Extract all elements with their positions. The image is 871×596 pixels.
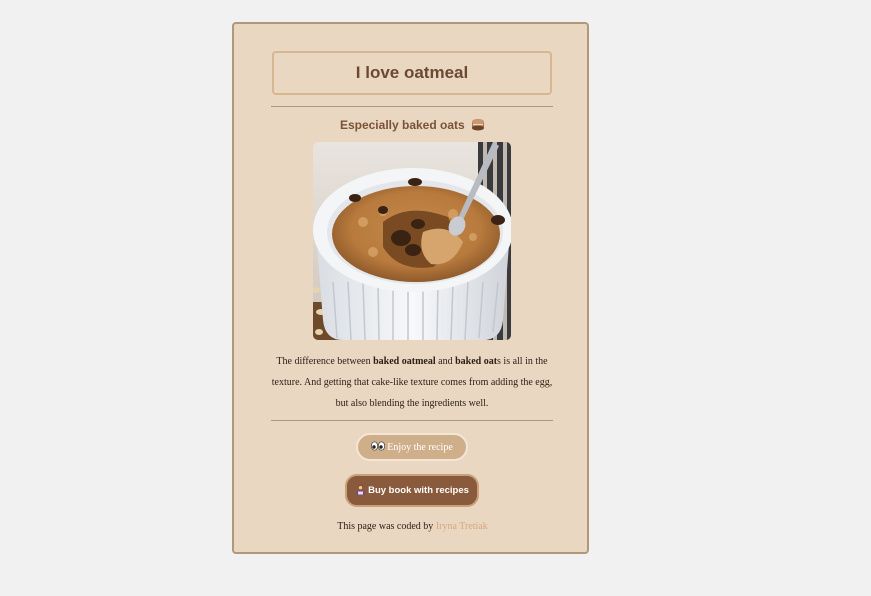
recipe-description: The difference between baked oatmeal and…	[266, 351, 558, 414]
description-bold-baked-oatmeal: baked oatmeal	[373, 356, 436, 367]
subtitle-text: Especially baked oats	[339, 118, 465, 132]
subtitle: Especially baked oats	[234, 118, 591, 134]
footer-text: This page was coded by	[337, 521, 436, 532]
cake-icon	[471, 118, 485, 134]
description-part1: The difference between	[276, 356, 374, 367]
enjoy-recipe-label: Enjoy the recipe	[387, 441, 453, 453]
description-bold-baked-oats: baked oat	[455, 356, 498, 367]
footer: This page was coded by Iryna Tretiak	[234, 521, 591, 532]
author-link[interactable]: Iryna Tretiak	[436, 521, 488, 532]
enjoy-recipe-button[interactable]: Enjoy the recipe	[356, 433, 468, 461]
buy-book-button[interactable]: Buy book with recipes	[345, 474, 479, 507]
eyes-icon	[371, 441, 386, 454]
title-box: I love oatmeal	[272, 51, 552, 95]
buy-book-label: Buy book with recipes	[368, 485, 469, 496]
top-divider	[271, 106, 553, 107]
description-part2: and	[435, 356, 456, 367]
person-reading-icon	[355, 484, 366, 498]
oatmeal-card: I love oatmeal Especially baked oats The…	[232, 22, 589, 554]
page-title: I love oatmeal	[355, 63, 469, 82]
baked-oats-photo	[313, 142, 511, 340]
mid-divider	[271, 420, 553, 421]
